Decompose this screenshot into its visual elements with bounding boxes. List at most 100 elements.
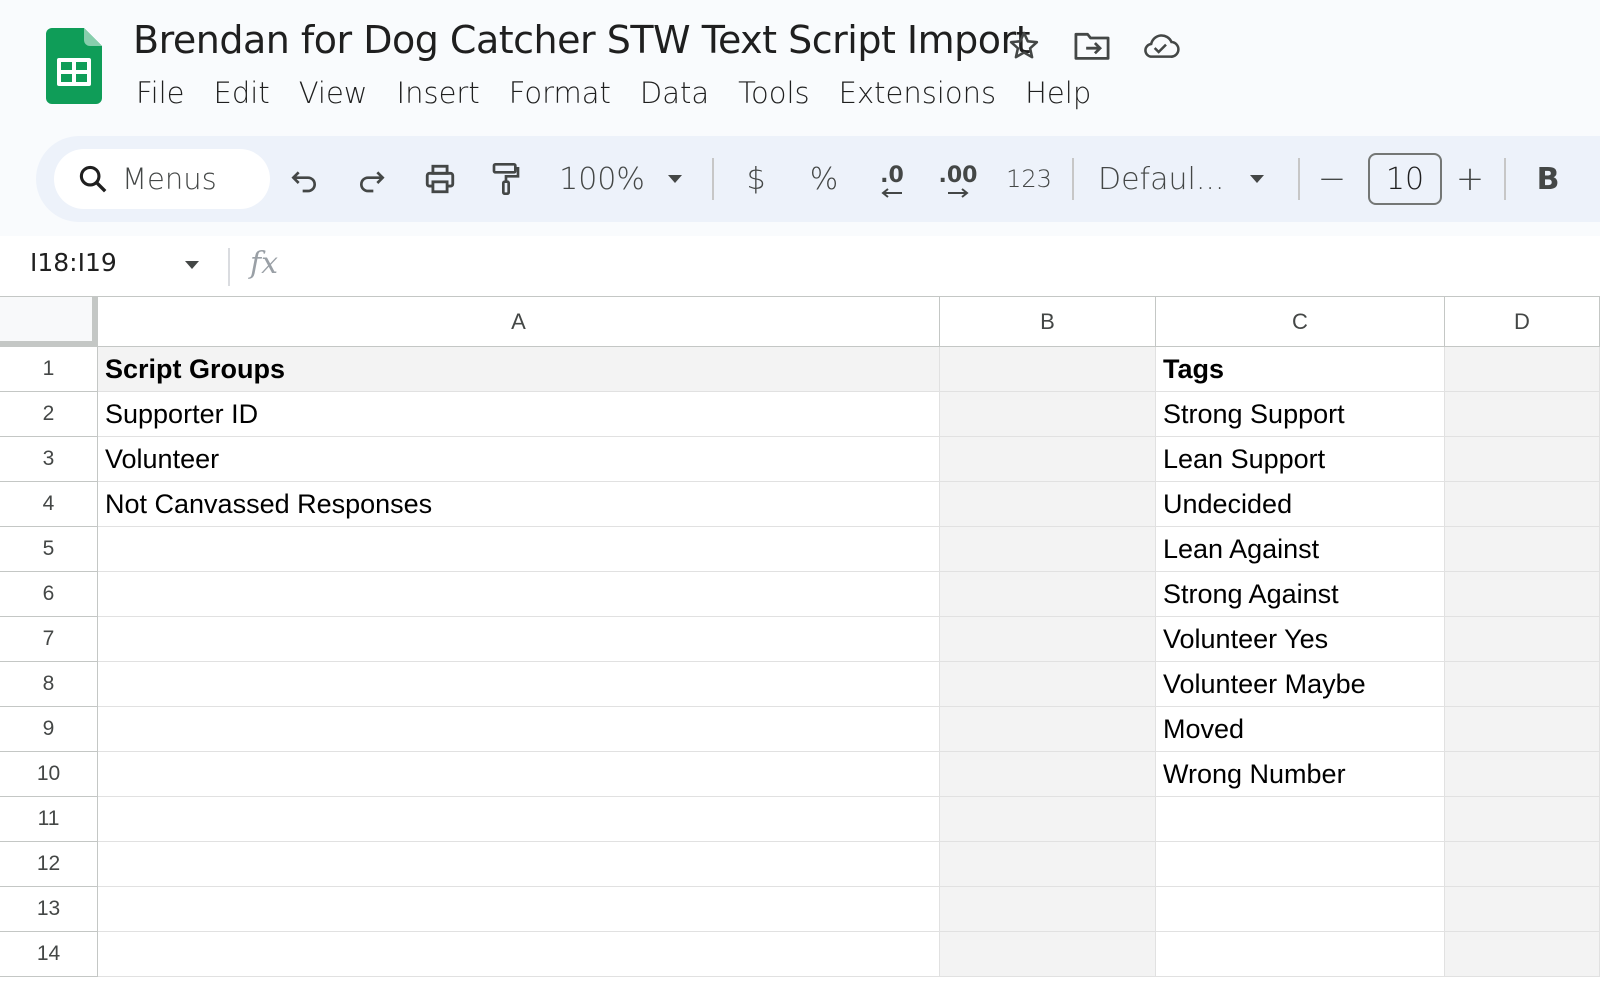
menu-help[interactable]: Help xyxy=(1013,72,1108,116)
row-header[interactable]: 12 xyxy=(0,842,98,887)
cell-c5[interactable]: Lean Against xyxy=(1156,527,1445,572)
cell-b2[interactable] xyxy=(940,392,1156,437)
cell-d13[interactable] xyxy=(1445,887,1600,932)
row-header[interactable]: 6 xyxy=(0,572,98,617)
cell-d4[interactable] xyxy=(1445,482,1600,527)
font-select[interactable]: Defaul... xyxy=(1098,149,1224,209)
name-box[interactable]: I18:I19 xyxy=(30,248,117,277)
cell-b9[interactable] xyxy=(940,707,1156,752)
cell-d12[interactable] xyxy=(1445,842,1600,887)
row-header[interactable]: 9 xyxy=(0,707,98,752)
cell-a13[interactable] xyxy=(98,887,940,932)
cell-d9[interactable] xyxy=(1445,707,1600,752)
move-to-folder-icon[interactable] xyxy=(1072,26,1112,66)
cell-b13[interactable] xyxy=(940,887,1156,932)
cell-a12[interactable] xyxy=(98,842,940,887)
zoom-dropdown-icon[interactable] xyxy=(660,149,690,209)
cell-d11[interactable] xyxy=(1445,797,1600,842)
cell-d2[interactable] xyxy=(1445,392,1600,437)
cloud-saved-icon[interactable] xyxy=(1140,26,1180,66)
cell-a3[interactable]: Volunteer xyxy=(98,437,940,482)
cell-a4[interactable]: Not Canvassed Responses xyxy=(98,482,940,527)
cell-c2[interactable]: Strong Support xyxy=(1156,392,1445,437)
font-size-input[interactable]: 10 xyxy=(1368,153,1442,205)
cell-d7[interactable] xyxy=(1445,617,1600,662)
sheets-logo-icon[interactable] xyxy=(46,28,102,104)
cell-d8[interactable] xyxy=(1445,662,1600,707)
decrease-decimal-button[interactable]: .0 xyxy=(866,149,918,209)
menu-file[interactable]: File xyxy=(124,72,202,116)
row-header[interactable]: 8 xyxy=(0,662,98,707)
menu-format[interactable]: Format xyxy=(497,72,628,116)
cell-c1[interactable]: Tags xyxy=(1156,347,1445,392)
cell-a10[interactable] xyxy=(98,752,940,797)
cell-b12[interactable] xyxy=(940,842,1156,887)
document-title[interactable]: Brendan for Dog Catcher STW Text Script … xyxy=(133,18,1031,62)
undo-icon[interactable] xyxy=(282,149,326,209)
cell-c8[interactable]: Volunteer Maybe xyxy=(1156,662,1445,707)
decrease-font-size-button[interactable]: − xyxy=(1312,149,1352,209)
row-header[interactable]: 7 xyxy=(0,617,98,662)
cell-a2[interactable]: Supporter ID xyxy=(98,392,940,437)
cell-b14[interactable] xyxy=(940,932,1156,977)
percent-format-button[interactable]: % xyxy=(804,149,844,209)
font-dropdown-icon[interactable] xyxy=(1242,149,1272,209)
row-header[interactable]: 10 xyxy=(0,752,98,797)
column-header-d[interactable]: D xyxy=(1445,297,1600,347)
cell-b3[interactable] xyxy=(940,437,1156,482)
more-formats-button[interactable]: 123 xyxy=(1000,149,1058,209)
row-header[interactable]: 14 xyxy=(0,932,98,977)
cell-b7[interactable] xyxy=(940,617,1156,662)
row-header[interactable]: 4 xyxy=(0,482,98,527)
cell-a1[interactable]: Script Groups xyxy=(98,347,940,392)
cell-d1[interactable] xyxy=(1445,347,1600,392)
cell-c6[interactable]: Strong Against xyxy=(1156,572,1445,617)
row-header[interactable]: 13 xyxy=(0,887,98,932)
redo-icon[interactable] xyxy=(350,149,394,209)
menu-view[interactable]: View xyxy=(287,72,385,116)
menu-tools[interactable]: Tools xyxy=(726,72,826,116)
column-header-c[interactable]: C xyxy=(1156,297,1445,347)
menu-data[interactable]: Data xyxy=(628,72,726,116)
cell-a11[interactable] xyxy=(98,797,940,842)
increase-font-size-button[interactable]: + xyxy=(1450,149,1490,209)
cell-c11[interactable] xyxy=(1156,797,1445,842)
row-header[interactable]: 5 xyxy=(0,527,98,572)
cell-b4[interactable] xyxy=(940,482,1156,527)
cell-a5[interactable] xyxy=(98,527,940,572)
cell-d14[interactable] xyxy=(1445,932,1600,977)
cell-d5[interactable] xyxy=(1445,527,1600,572)
cell-d10[interactable] xyxy=(1445,752,1600,797)
cell-a14[interactable] xyxy=(98,932,940,977)
row-header[interactable]: 3 xyxy=(0,437,98,482)
cell-b10[interactable] xyxy=(940,752,1156,797)
column-header-a[interactable]: A xyxy=(98,297,940,347)
cell-c9[interactable]: Moved xyxy=(1156,707,1445,752)
name-box-dropdown-icon[interactable] xyxy=(182,258,202,276)
cell-c10[interactable]: Wrong Number xyxy=(1156,752,1445,797)
select-all-corner[interactable] xyxy=(0,297,98,347)
cell-c4[interactable]: Undecided xyxy=(1156,482,1445,527)
cell-d3[interactable] xyxy=(1445,437,1600,482)
cell-b8[interactable] xyxy=(940,662,1156,707)
cell-b1[interactable] xyxy=(940,347,1156,392)
paint-format-icon[interactable] xyxy=(484,149,528,209)
zoom-select[interactable]: 100% xyxy=(548,149,656,209)
menus-search-box[interactable]: Menus xyxy=(54,149,270,209)
menu-insert[interactable]: Insert xyxy=(385,72,497,116)
bold-button[interactable]: B xyxy=(1528,149,1568,209)
cell-a8[interactable] xyxy=(98,662,940,707)
cell-c7[interactable]: Volunteer Yes xyxy=(1156,617,1445,662)
row-header[interactable]: 11 xyxy=(0,797,98,842)
menu-extensions[interactable]: Extensions xyxy=(827,72,1013,116)
cell-b11[interactable] xyxy=(940,797,1156,842)
column-header-b[interactable]: B xyxy=(940,297,1156,347)
star-icon[interactable] xyxy=(1004,26,1044,66)
formula-input[interactable] xyxy=(300,244,1580,288)
cell-b6[interactable] xyxy=(940,572,1156,617)
cell-b5[interactable] xyxy=(940,527,1156,572)
cell-a7[interactable] xyxy=(98,617,940,662)
cell-d6[interactable] xyxy=(1445,572,1600,617)
cell-c14[interactable] xyxy=(1156,932,1445,977)
cell-c3[interactable]: Lean Support xyxy=(1156,437,1445,482)
